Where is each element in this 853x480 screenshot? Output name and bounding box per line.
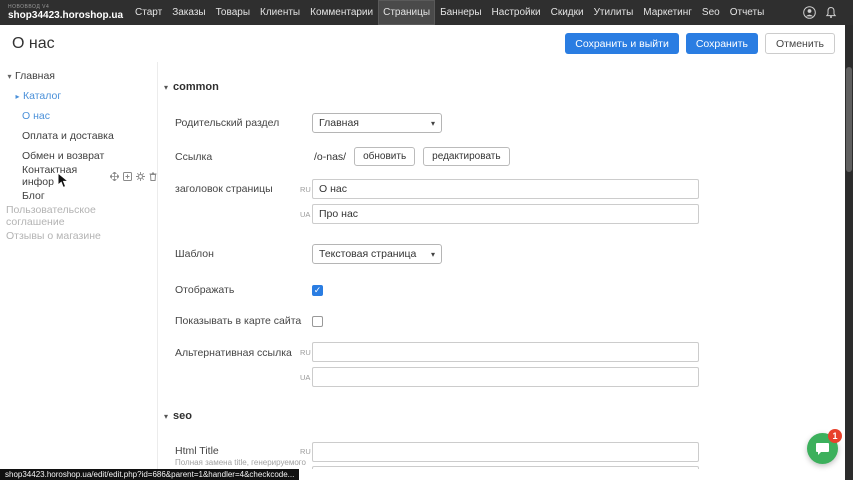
section-common-label: common — [173, 81, 219, 93]
refresh-link-button[interactable]: обновить — [354, 147, 415, 166]
edit-form: ▾ common Родительский раздел Главная ▾ С… — [159, 62, 845, 469]
nav-item-utilities[interactable]: Утилиты — [589, 0, 639, 25]
chevron-down-icon: ▾ — [164, 412, 168, 421]
nav-item-banners[interactable]: Баннеры — [435, 0, 486, 25]
check-icon: ✓ — [314, 286, 322, 295]
parent-section-value: Главная — [319, 117, 359, 129]
nav-item-discounts[interactable]: Скидки — [546, 0, 589, 25]
chat-bubble-icon — [815, 442, 830, 456]
sidebar-item-label: Обмен и возврат — [22, 150, 104, 162]
page-header: О нас Сохранить и выйти Сохранить Отмени… — [0, 25, 845, 62]
page-title-field-label: заголовок страницы — [175, 183, 273, 195]
sidebar-item-label: Контактная инфор — [22, 164, 102, 188]
parent-section-select[interactable]: Главная ▾ — [312, 113, 442, 133]
nav-item-start[interactable]: Старт — [130, 0, 167, 25]
nav-item-reports[interactable]: Отчеты — [725, 0, 770, 25]
logo-domain: shop34423.horoshop.ua — [8, 10, 126, 21]
tree-item-actions — [110, 172, 157, 181]
main-menu: Старт Заказы Товары Клиенты Комментарии … — [130, 0, 769, 25]
template-select[interactable]: Текстовая страница ▾ — [312, 244, 442, 264]
move-icon[interactable] — [110, 172, 119, 181]
alt-link-label: Альтернативная ссылка — [175, 347, 292, 359]
nav-item-clients[interactable]: Клиенты — [255, 0, 305, 25]
nav-item-marketing[interactable]: Маркетинг — [638, 0, 697, 25]
scrollbar-thumb[interactable] — [846, 67, 852, 172]
nav-item-pages[interactable]: Страницы — [378, 0, 435, 25]
sidebar-item-contacts[interactable]: Контактная инфор — [0, 166, 157, 186]
sidebar-item-store-reviews[interactable]: Отзывы о магазине — [0, 226, 157, 246]
sidebar-item-user-agreement[interactable]: Пользовательское соглашение — [0, 206, 157, 226]
alt-link-ru-input[interactable] — [312, 342, 699, 362]
vertical-scrollbar[interactable] — [845, 25, 853, 480]
page-title-ua-input[interactable] — [312, 204, 699, 224]
lang-ua-label: UA — [300, 373, 310, 382]
page-title-ru-input[interactable] — [312, 179, 699, 199]
display-checkbox[interactable]: ✓ — [312, 285, 323, 296]
nav-item-orders[interactable]: Заказы — [167, 0, 210, 25]
edit-link-button[interactable]: редактировать — [423, 147, 509, 166]
save-button[interactable]: Сохранить — [686, 33, 758, 54]
status-url: shop34423.horoshop.ua/edit/edit.php?id=6… — [0, 469, 299, 480]
chevron-down-icon: ▾ — [164, 83, 168, 92]
page-title: О нас — [12, 35, 55, 53]
sidebar-item-catalog[interactable]: ▸ Каталог — [0, 86, 157, 106]
section-seo[interactable]: ▾ seo — [164, 410, 192, 422]
sidebar-item-label: О нас — [22, 110, 50, 122]
nav-item-seo[interactable]: Seo — [697, 0, 725, 25]
sidebar-item-payment-delivery[interactable]: Оплата и доставка — [0, 126, 157, 146]
chevron-down-icon: ▾ — [431, 119, 435, 128]
nav-icon-group — [803, 6, 837, 19]
sidebar-item-blog[interactable]: Блог — [0, 186, 157, 206]
sidebar-item-main[interactable]: ▾ Главная — [0, 66, 157, 86]
account-icon[interactable] — [803, 6, 816, 19]
add-icon[interactable] — [123, 172, 132, 181]
lang-ru-label: RU — [300, 185, 311, 194]
nav-item-comments[interactable]: Комментарии — [305, 0, 378, 25]
sidebar-item-about[interactable]: О нас — [0, 106, 157, 126]
html-title-ru-input[interactable] — [312, 442, 699, 462]
section-seo-label: seo — [173, 410, 192, 422]
page-tree-sidebar: ▾ Главная ▸ Каталог О нас Оплата и доста… — [0, 62, 158, 469]
link-row: /o-nas/ обновить редактировать — [314, 147, 510, 166]
gear-icon[interactable] — [136, 172, 145, 181]
sitemap-checkbox[interactable] — [312, 316, 323, 327]
sidebar-item-label: Отзывы о магазине — [6, 230, 101, 242]
sidebar-item-exchange-return[interactable]: Обмен и возврат — [0, 146, 157, 166]
template-value: Текстовая страница — [319, 248, 416, 260]
cancel-button[interactable]: Отменить — [765, 33, 835, 54]
sidebar-item-label: Блог — [22, 190, 45, 202]
chat-widget[interactable]: 1 — [807, 433, 838, 464]
chevron-down-icon[interactable]: ▾ — [4, 72, 15, 81]
link-label: Ссылка — [175, 151, 212, 163]
link-value: /o-nas/ — [314, 151, 346, 163]
save-exit-button[interactable]: Сохранить и выйти — [565, 33, 679, 54]
display-label: Отображать — [175, 284, 234, 296]
header-actions: Сохранить и выйти Сохранить Отменить — [565, 33, 835, 54]
section-common[interactable]: ▾ common — [164, 81, 219, 93]
chevron-right-icon[interactable]: ▸ — [12, 92, 23, 101]
sidebar-item-label: Главная — [15, 70, 55, 82]
html-title-ua-input[interactable] — [312, 466, 699, 469]
html-title-hint: Полная замена title, генерируемого — [175, 458, 306, 467]
notifications-icon[interactable] — [825, 6, 837, 19]
chat-unread-badge: 1 — [828, 429, 842, 443]
lang-ru-label: RU — [300, 447, 311, 456]
logo[interactable]: НОВОВВОД V4 shop34423.horoshop.ua — [8, 4, 126, 21]
sidebar-item-label: Пользовательское соглашение — [6, 204, 157, 228]
lang-ua-label: UA — [300, 210, 310, 219]
sidebar-item-label: Каталог — [23, 90, 61, 102]
nav-item-products[interactable]: Товары — [211, 0, 255, 25]
lang-ru-label: RU — [300, 348, 311, 357]
top-navbar: НОВОВВОД V4 shop34423.horoshop.ua Старт … — [0, 0, 853, 25]
app-window: НОВОВВОД V4 shop34423.horoshop.ua Старт … — [0, 0, 853, 480]
trash-icon[interactable] — [149, 172, 157, 181]
html-title-label: Html Title — [175, 445, 219, 457]
template-label: Шаблон — [175, 248, 214, 260]
alt-link-ua-input[interactable] — [312, 367, 699, 387]
chevron-down-icon: ▾ — [431, 250, 435, 259]
parent-section-label: Родительский раздел — [175, 117, 279, 129]
sidebar-item-label: Оплата и доставка — [22, 130, 114, 142]
sitemap-label: Показывать в карте сайта — [175, 315, 301, 327]
nav-item-settings[interactable]: Настройки — [487, 0, 546, 25]
